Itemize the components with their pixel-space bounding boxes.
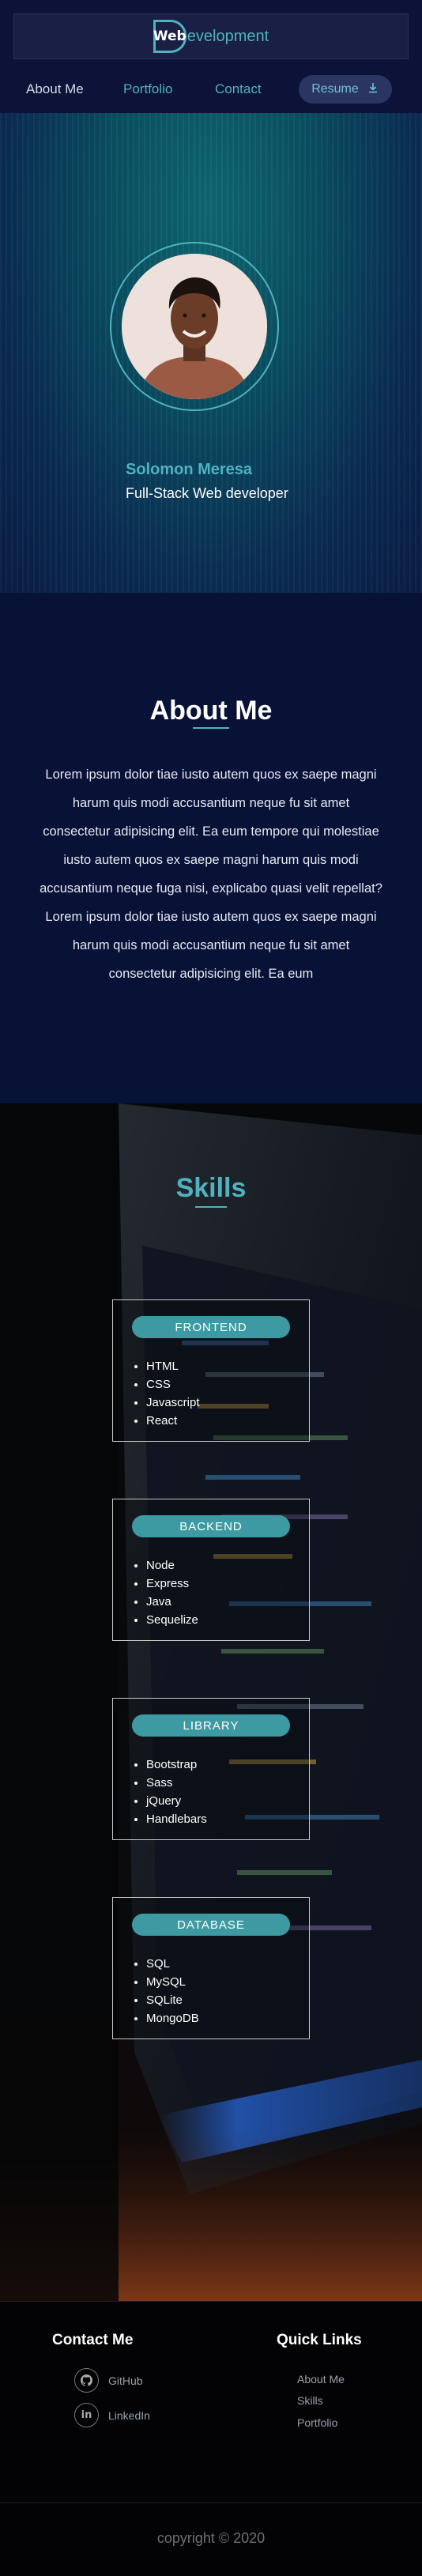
copyright-text: copyright © 2020 xyxy=(156,2530,266,2546)
skill-item: Bootstrap xyxy=(146,1756,207,1774)
hero-name: Solomon Meresa xyxy=(126,461,253,478)
skill-item: Java xyxy=(146,1593,198,1611)
skills-heading-underline xyxy=(195,1206,227,1208)
github-link[interactable]: GitHub xyxy=(74,2368,143,2393)
skills-section: Skills FRONTEND HTML CSS Javascript Reac… xyxy=(0,1103,422,2301)
skill-item: jQuery xyxy=(146,1792,207,1810)
profile-avatar xyxy=(122,254,267,399)
skill-list: SQL MySQL SQLite MongoDB xyxy=(146,1955,199,2027)
resume-label: Resume xyxy=(311,82,359,96)
linkedin-link[interactable]: in LinkedIn xyxy=(74,2403,150,2427)
avatar-ring xyxy=(110,242,279,411)
skill-list: HTML CSS Javascript React xyxy=(146,1357,200,1430)
logo-text: evelopment xyxy=(187,27,269,45)
site-logo[interactable]: Web evelopment xyxy=(153,20,269,53)
linkedin-label: LinkedIn xyxy=(108,2408,150,2422)
skill-item: Sequelize xyxy=(146,1611,198,1629)
skill-item: Express xyxy=(146,1575,198,1593)
contact-heading: Contact Me xyxy=(52,2332,134,2348)
github-icon xyxy=(74,2368,99,2393)
skill-item: Javascript xyxy=(146,1394,200,1412)
skill-item: SQL xyxy=(146,1955,199,1973)
skill-item: React xyxy=(146,1412,200,1430)
skill-item: CSS xyxy=(146,1375,200,1394)
skill-card-frontend: FRONTEND HTML CSS Javascript React xyxy=(112,1299,310,1442)
skill-item: Handlebars xyxy=(146,1810,207,1828)
skill-card-library: LIBRARY Bootstrap Sass jQuery Handlebars xyxy=(112,1698,310,1840)
nav-contact[interactable]: Contact xyxy=(215,81,262,97)
quick-link-portfolio[interactable]: Portfolio xyxy=(297,2416,337,2429)
quick-link-about-me[interactable]: About Me xyxy=(297,2373,345,2386)
skill-item: HTML xyxy=(146,1357,200,1375)
quick-links-heading: Quick Links xyxy=(277,2332,362,2348)
site-header: Web evelopment About Me Portfolio Contac… xyxy=(0,0,422,113)
skill-card-backend: BACKEND Node Express Java Sequelize xyxy=(112,1499,310,1641)
skill-card-title: BACKEND xyxy=(132,1515,290,1537)
skill-list: Node Express Java Sequelize xyxy=(146,1556,198,1629)
site-footer: Contact Me GitHub in LinkedIn Quick Link… xyxy=(0,2301,422,2576)
main-nav: About Me Portfolio Contact Resume xyxy=(0,75,422,104)
skill-list: Bootstrap Sass jQuery Handlebars xyxy=(146,1756,207,1828)
footer-divider xyxy=(0,2502,422,2503)
skills-heading: Skills xyxy=(175,1173,247,1203)
skill-card-title: DATABASE xyxy=(132,1914,290,1936)
logo-bar: Web evelopment xyxy=(13,13,409,59)
skill-item: MongoDB xyxy=(146,2009,199,2027)
about-heading-underline xyxy=(193,727,229,729)
hero-title: Full-Stack Web developer xyxy=(126,485,288,501)
skill-item: SQLite xyxy=(146,1991,199,2009)
skill-item: Sass xyxy=(146,1774,207,1792)
about-section: About Me Lorem ipsum dolor tiae iusto au… xyxy=(0,593,422,1103)
hero-section: Solomon Meresa Full-Stack Web developer xyxy=(0,113,422,593)
github-label: GitHub xyxy=(108,2374,143,2387)
skill-card-title: LIBRARY xyxy=(132,1714,290,1737)
nav-portfolio[interactable]: Portfolio xyxy=(123,81,172,97)
resume-button[interactable]: Resume xyxy=(299,75,392,104)
linkedin-icon: in xyxy=(74,2403,99,2427)
skill-item: Node xyxy=(146,1556,198,1575)
skill-card-title: FRONTEND xyxy=(132,1316,290,1338)
skill-item: MySQL xyxy=(146,1973,199,1991)
logo-badge: Web xyxy=(153,20,187,53)
skill-card-database: DATABASE SQL MySQL SQLite MongoDB xyxy=(112,1897,310,2039)
about-text: Lorem ipsum dolor tiae iusto autem quos … xyxy=(40,768,382,981)
nav-about-me[interactable]: About Me xyxy=(26,81,84,97)
quick-link-skills[interactable]: Skills xyxy=(297,2394,323,2407)
about-heading: About Me xyxy=(149,696,273,726)
download-icon xyxy=(367,81,379,98)
